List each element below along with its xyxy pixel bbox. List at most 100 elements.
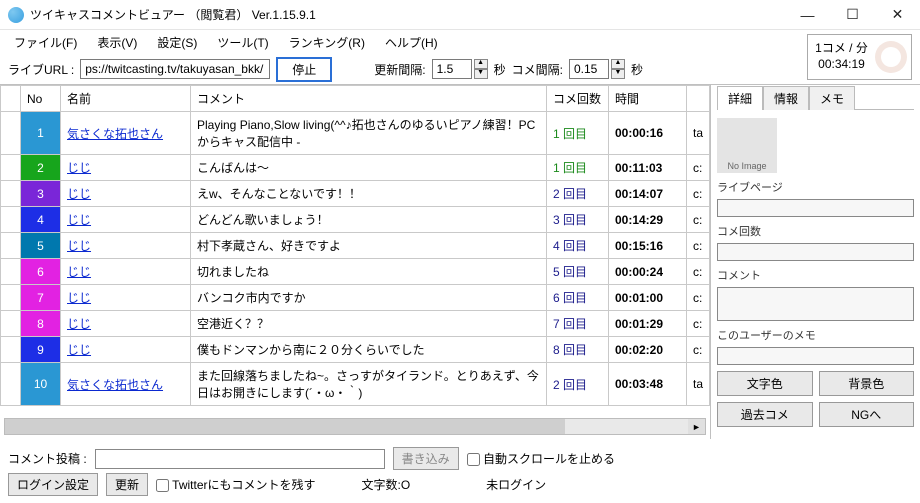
stop-button[interactable]: 停止 <box>276 57 332 82</box>
user-link[interactable]: じじ <box>67 343 91 357</box>
col-name[interactable]: 名前 <box>61 86 191 112</box>
side-tab[interactable]: 情報 <box>763 86 809 110</box>
time-cell: 00:01:29 <box>608 311 686 337</box>
twitter-checkbox[interactable]: Twitterにもコメントを残す <box>156 476 315 493</box>
user-link[interactable]: じじ <box>67 291 91 305</box>
maximize-button[interactable]: ☐ <box>830 0 875 30</box>
comment-cell: 切れましたね <box>191 259 547 285</box>
user-link[interactable]: じじ <box>67 213 91 227</box>
user-thumbnail: No Image <box>717 118 777 173</box>
side-tab[interactable]: メモ <box>809 86 855 110</box>
time-cell: 00:03:48 <box>608 363 686 406</box>
update-interval-input[interactable] <box>432 59 472 79</box>
menu-item[interactable]: ランキング(R) <box>279 32 375 53</box>
user-link[interactable]: 気さくな拓也さん <box>67 127 163 141</box>
interval-spinner[interactable]: ▲▼ <box>474 59 488 79</box>
menu-item[interactable]: 設定(S) <box>147 32 207 53</box>
cm-spinner[interactable]: ▲▼ <box>611 59 625 79</box>
comment-interval-input[interactable] <box>569 59 609 79</box>
ext-cell: c: <box>686 311 709 337</box>
table-row[interactable]: 6じじ切れましたね5 回目00:00:24c: <box>1 259 710 285</box>
menu-item[interactable]: ファイル(F) <box>4 32 87 53</box>
comment-cell: また回線落ちましたね~。さっすがタイランド。とりあえず、今日はお開きにします(´… <box>191 363 547 406</box>
user-link[interactable]: 気さくな拓也さん <box>67 378 163 392</box>
ext-cell: c: <box>686 181 709 207</box>
scroll-thumb[interactable] <box>5 419 565 434</box>
table-row[interactable]: 5じじ村下孝蔵さん、好きですよ4 回目00:15:16c: <box>1 233 710 259</box>
side-panel: 詳細情報メモ No Image ライブページ コメ回数 コメント このユーザーの… <box>710 85 920 439</box>
write-button[interactable]: 書き込み <box>393 447 459 470</box>
time-cell: 00:01:00 <box>608 285 686 311</box>
comment-field[interactable] <box>717 287 914 321</box>
app-icon <box>8 7 24 23</box>
col-time[interactable]: 時間 <box>608 86 686 112</box>
comment-cell: 空港近く？？ <box>191 311 547 337</box>
post-input[interactable] <box>95 449 385 469</box>
livepage-field[interactable] <box>717 199 914 217</box>
ext-cell: c: <box>686 233 709 259</box>
sec-label-2: 秒 <box>631 61 643 78</box>
comment-cell: 僕もドンマンから南に２０分くらいでした <box>191 337 547 363</box>
time-cell: 00:02:20 <box>608 337 686 363</box>
user-link[interactable]: じじ <box>67 317 91 331</box>
login-status: 未ログイン <box>486 476 546 493</box>
user-link[interactable]: じじ <box>67 239 91 253</box>
menu-item[interactable]: ヘルプ(H) <box>375 32 448 53</box>
time-cell: 00:00:24 <box>608 259 686 285</box>
table-row[interactable]: 10気さくな拓也さんまた回線落ちましたね~。さっすがタイランド。とりあえず、今日… <box>1 363 710 406</box>
user-link[interactable]: じじ <box>67 265 91 279</box>
ng-button[interactable]: NGへ <box>819 402 915 427</box>
menu-item[interactable]: ツール(T) <box>207 32 278 53</box>
comment-table: No 名前 コメント コメ回数 時間 1気さくな拓也さんPlaying Pian… <box>0 85 710 406</box>
col-no[interactable]: No <box>21 86 61 112</box>
count-cell: 2 回目 <box>546 181 608 207</box>
col-ext[interactable] <box>686 86 709 112</box>
table-row[interactable]: 1気さくな拓也さんPlaying Piano,Slow living(^^♪拓也… <box>1 112 710 155</box>
minimize-button[interactable]: — <box>785 0 830 30</box>
memo-label: このユーザーのメモ <box>717 327 914 343</box>
col-comment[interactable]: コメント <box>191 86 547 112</box>
autoscroll-checkbox[interactable]: 自動スクロールを止める <box>467 450 615 467</box>
menu-item[interactable]: 表示(V) <box>87 32 147 53</box>
count-cell: 5 回目 <box>546 259 608 285</box>
comment-cell: えw、そんなことないです！！ <box>191 181 547 207</box>
ext-cell: ta <box>686 363 709 406</box>
col-blank[interactable] <box>1 86 21 112</box>
user-link[interactable]: じじ <box>67 187 91 201</box>
table-row[interactable]: 8じじ空港近く？？7 回目00:01:29c: <box>1 311 710 337</box>
count-field[interactable] <box>717 243 914 261</box>
table-row[interactable]: 9じじ僕もドンマンから南に２０分くらいでした8 回目00:02:20c: <box>1 337 710 363</box>
count-cell: 6 回目 <box>546 285 608 311</box>
close-button[interactable]: ✕ <box>875 0 920 30</box>
comment-rate: 1コメ / 分 <box>812 41 871 57</box>
bottom-bar: コメント投稿 : 書き込み 自動スクロールを止める ログイン設定 更新 Twit… <box>0 440 920 503</box>
user-link[interactable]: じじ <box>67 161 91 175</box>
scroll-right-icon[interactable]: ► <box>688 419 705 434</box>
table-row[interactable]: 7じじバンコク市内ですか6 回目00:01:00c: <box>1 285 710 311</box>
count-label: コメ回数 <box>717 223 914 239</box>
table-row[interactable]: 2じじこんばんは～1 回目00:11:03c: <box>1 155 710 181</box>
refresh-button[interactable]: 更新 <box>106 473 148 496</box>
ext-cell: c: <box>686 259 709 285</box>
elapsed-time: 00:34:19 <box>812 57 871 73</box>
ext-cell: c: <box>686 155 709 181</box>
titlebar: ツイキャスコメントビュアー （閲覧君） Ver.1.15.9.1 — ☐ ✕ <box>0 0 920 30</box>
url-label: ライブURL : <box>8 61 74 78</box>
live-url-input[interactable] <box>80 59 270 79</box>
fg-color-button[interactable]: 文字色 <box>717 371 813 396</box>
h-scrollbar[interactable]: ◄ ► <box>4 418 706 435</box>
url-toolbar: ライブURL : 停止 更新間隔: ▲▼ 秒 コメ間隔: ▲▼ 秒 <box>0 54 920 84</box>
bg-color-button[interactable]: 背景色 <box>819 371 915 396</box>
comment-cell: Playing Piano,Slow living(^^♪拓也さんのゆるいピアノ… <box>191 112 547 155</box>
login-settings-button[interactable]: ログイン設定 <box>8 473 98 496</box>
count-cell: 4 回目 <box>546 233 608 259</box>
comment-label: コメント <box>717 267 914 283</box>
window-title: ツイキャスコメントビュアー （閲覧君） Ver.1.15.9.1 <box>30 6 785 23</box>
time-cell: 00:14:29 <box>608 207 686 233</box>
table-row[interactable]: 3じじえw、そんなことないです！！2 回目00:14:07c: <box>1 181 710 207</box>
past-comments-button[interactable]: 過去コメ <box>717 402 813 427</box>
table-row[interactable]: 4じじどんどん歌いましょう！3 回目00:14:29c: <box>1 207 710 233</box>
col-count[interactable]: コメ回数 <box>546 86 608 112</box>
side-tab[interactable]: 詳細 <box>717 86 763 110</box>
memo-field[interactable] <box>717 347 914 365</box>
